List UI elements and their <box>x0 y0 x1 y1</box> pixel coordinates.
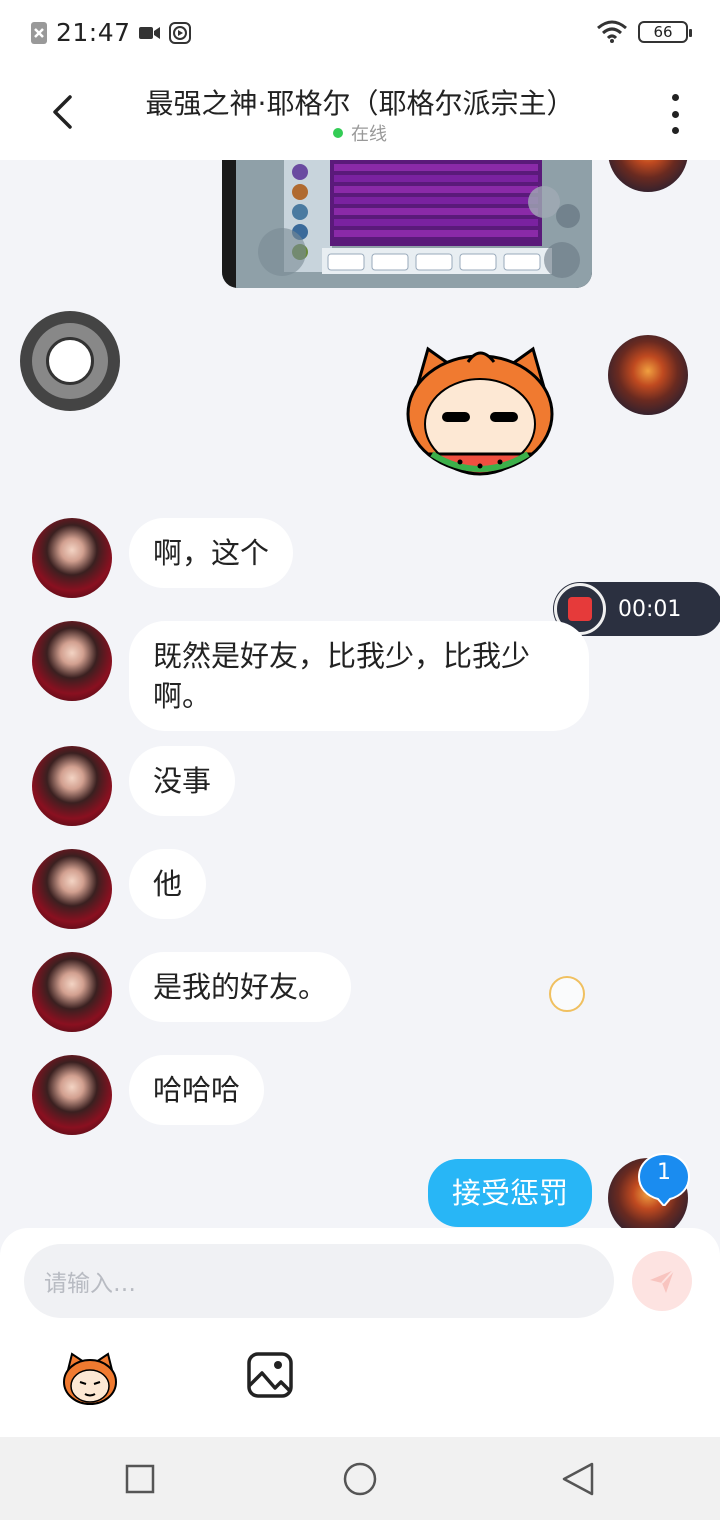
contact-avatar[interactable] <box>32 621 112 701</box>
contact-avatar[interactable] <box>32 1055 112 1135</box>
message-bubble[interactable]: 既然是好友，比我少，比我少啊。 <box>129 621 589 731</box>
more-icon <box>671 94 679 101</box>
image-button[interactable] <box>245 1350 295 1400</box>
message-bubble[interactable]: 啊，这个 <box>129 518 294 588</box>
sticker-message[interactable] <box>398 344 563 489</box>
composer: 请输入… <box>0 1228 720 1438</box>
input-placeholder: 请输入… <box>44 1271 136 1297</box>
contact-avatar[interactable] <box>32 952 112 1032</box>
recents-button[interactable] <box>118 1457 162 1501</box>
wifi-icon <box>597 20 627 43</box>
battery-indicator: 66 <box>638 21 692 43</box>
send-button[interactable] <box>632 1251 692 1311</box>
status-bar: 21:47 66 <box>0 0 720 66</box>
image-icon <box>247 1352 293 1398</box>
screen-record-icon <box>168 21 191 44</box>
home-button[interactable] <box>338 1457 382 1501</box>
message-bubble[interactable]: 他 <box>129 849 207 919</box>
touch-indicator <box>549 976 585 1012</box>
message-input[interactable]: 请输入… <box>24 1244 614 1318</box>
signal-off-icon <box>31 21 47 44</box>
unread-badge[interactable]: 1 <box>637 1152 691 1208</box>
unread-count: 1 <box>657 1160 671 1185</box>
system-nav-bar <box>0 1437 720 1520</box>
stop-icon <box>568 597 592 621</box>
nav-home-icon <box>343 1462 377 1496</box>
assistive-touch-button[interactable] <box>20 311 120 411</box>
online-status-label: 在线 <box>351 124 387 145</box>
status-time: 21:47 <box>56 18 131 47</box>
my-avatar[interactable] <box>608 160 688 192</box>
online-dot <box>333 128 343 138</box>
more-button[interactable] <box>660 94 690 134</box>
message-bubble[interactable]: 是我的好友。 <box>129 952 352 1022</box>
shared-game-screenshot[interactable] <box>222 160 592 288</box>
system-back-button[interactable] <box>556 1457 600 1501</box>
send-icon <box>650 1269 675 1293</box>
my-avatar[interactable] <box>608 335 688 415</box>
contact-avatar[interactable] <box>32 518 112 598</box>
recording-time: 00:01 <box>618 596 682 622</box>
chat-header: 最强之神·耶格尔（耶格尔派宗主） 在线 <box>0 66 720 160</box>
online-status: 在线 <box>0 120 720 146</box>
message-bubble[interactable]: 没事 <box>129 746 236 816</box>
contact-name: 最强之神·耶格尔（耶格尔派宗主） <box>145 87 575 120</box>
contact-avatar[interactable] <box>32 746 112 826</box>
nav-back-icon <box>562 1462 594 1496</box>
status-right: 66 <box>596 20 692 44</box>
contact-avatar[interactable] <box>32 849 112 929</box>
emoji-icon <box>63 1352 117 1405</box>
my-message-bubble[interactable]: 接受惩罚 <box>427 1159 592 1227</box>
status-left: 21:47 <box>30 18 191 47</box>
screen-recording-indicator[interactable]: 00:01 <box>553 582 720 636</box>
video-icon <box>138 26 160 39</box>
message-list[interactable]: 啊，这个 00:01 既然是好友，比我少，比我少啊。 没事 他 是我的好友。 哈… <box>0 160 720 1230</box>
message-bubble[interactable]: 哈哈哈 <box>129 1055 265 1125</box>
nav-recents-icon <box>125 1464 155 1494</box>
emoji-button[interactable] <box>60 1348 120 1408</box>
